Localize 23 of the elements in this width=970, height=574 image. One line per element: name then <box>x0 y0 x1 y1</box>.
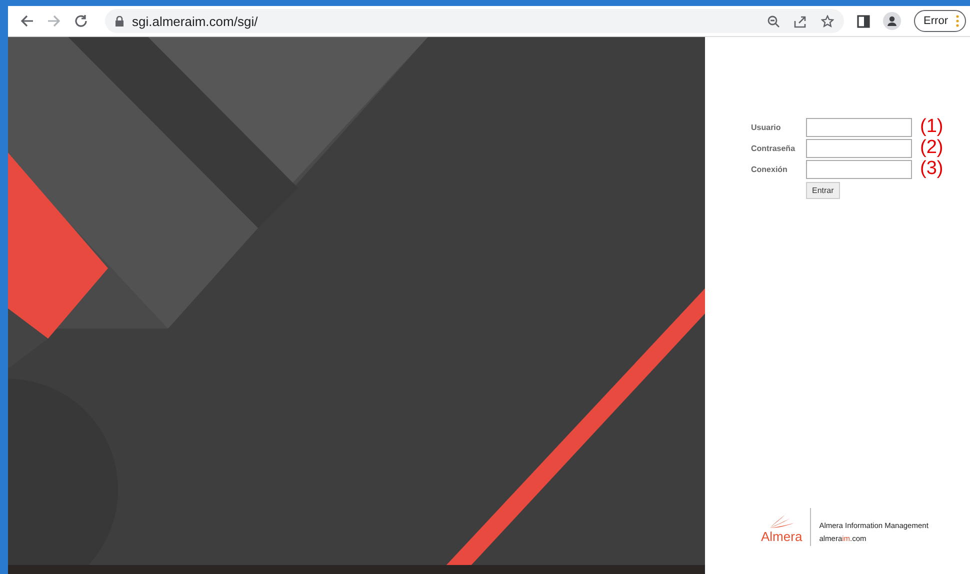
side-panel-icon[interactable] <box>856 14 870 28</box>
profile-avatar-icon[interactable] <box>882 12 901 30</box>
profile-error-button[interactable]: Error <box>914 10 966 32</box>
annotation-number: (1) <box>920 116 944 138</box>
star-icon[interactable] <box>820 14 834 28</box>
input-field[interactable] <box>806 138 912 158</box>
lock-icon <box>115 16 124 26</box>
annotation-number: (3) <box>920 158 944 180</box>
enter-button[interactable]: Entrar <box>806 182 840 199</box>
input-field[interactable] <box>806 160 912 178</box>
share-icon[interactable] <box>794 14 807 28</box>
field-label: Usuario <box>751 122 782 132</box>
annotation-number: (2) <box>920 137 944 159</box>
field-label: Conexión <box>751 164 788 174</box>
input-field[interactable] <box>806 118 912 136</box>
back-arrow-icon[interactable] <box>20 14 34 28</box>
logo-text: Almera <box>761 528 802 544</box>
address-bar[interactable]: sgi.almeraim.com/sgi/ <box>105 9 844 33</box>
url-text: sgi.almeraim.com/sgi/ <box>132 14 258 28</box>
reload-icon[interactable] <box>74 14 88 28</box>
zoom-icon[interactable] <box>766 14 780 28</box>
more-icon <box>956 15 959 27</box>
field-label: Contraseña <box>751 144 796 152</box>
